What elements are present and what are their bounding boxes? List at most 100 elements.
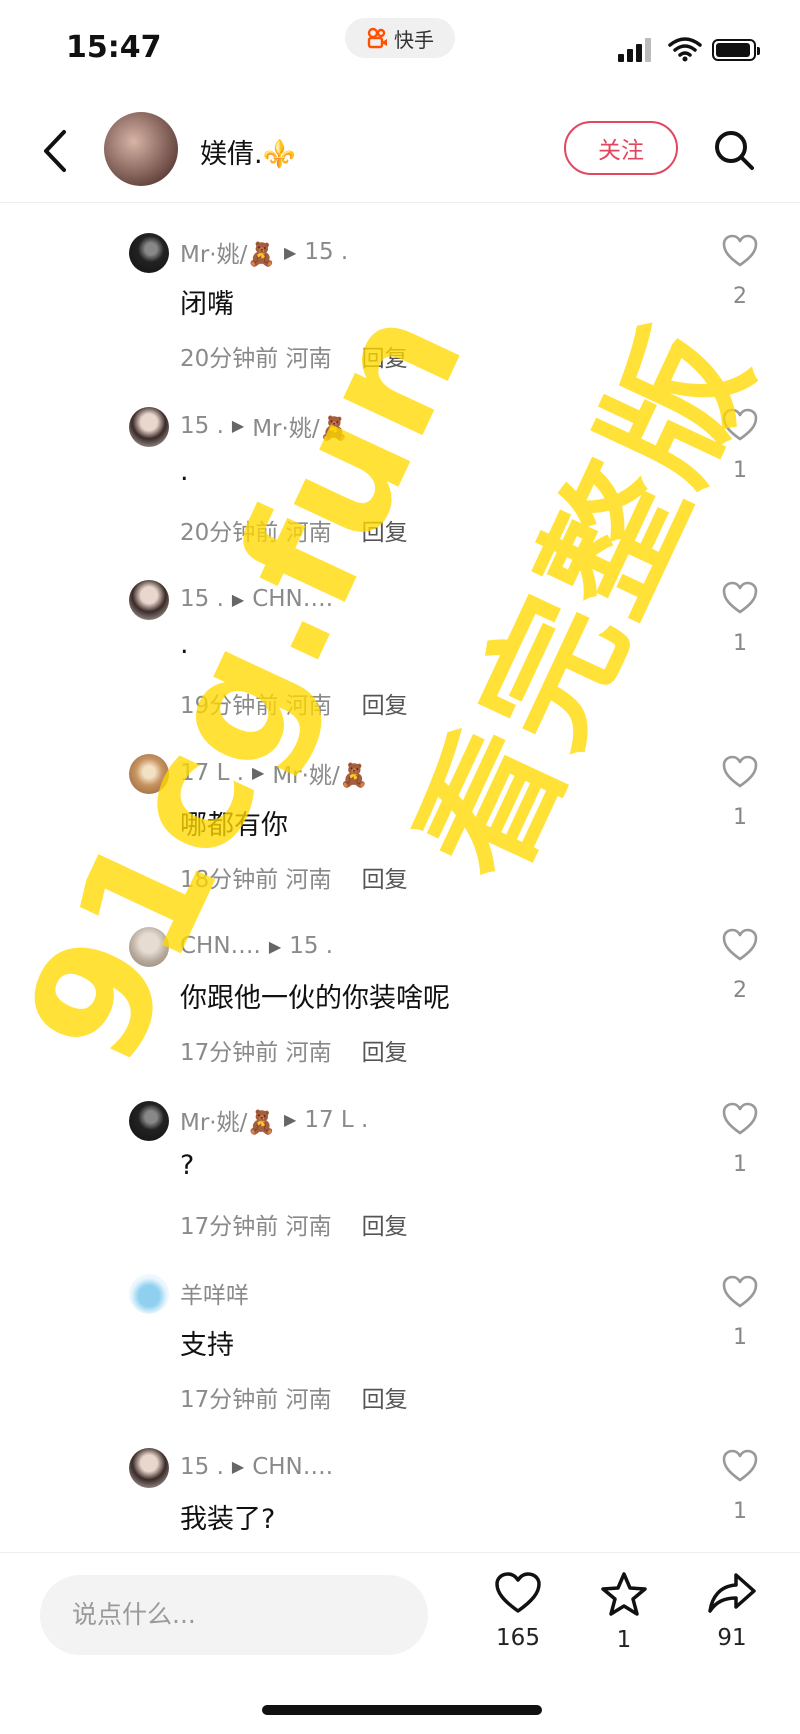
commenter-avatar[interactable] xyxy=(129,753,169,794)
comment-meta: CHN…. ▶ 15 . xyxy=(180,928,333,964)
comment-subline: 19分钟前 河南 回复 xyxy=(180,686,408,720)
reply-button[interactable]: 回复 xyxy=(362,867,408,893)
comment-list[interactable]: Mr·姚/🧸 ▶ 15 . 闭嘴 20分钟前 河南 回复 2 15 . ▶ Mr·姚/🧸. 20分钟… xyxy=(0,204,800,1552)
comment-location: 河南 xyxy=(285,693,332,719)
profile-username[interactable]: 媄倩.⚜️ xyxy=(200,132,296,171)
heart-icon[interactable] xyxy=(722,234,758,268)
comment-item[interactable]: 15 . ▶ Mr·姚/🧸. 20分钟前 河南 回复 1 xyxy=(0,378,800,551)
share-button[interactable]: 91 xyxy=(692,1571,772,1651)
comment-input[interactable]: 说点什么... xyxy=(40,1575,428,1655)
back-arrow-icon[interactable] xyxy=(38,126,72,176)
comment-text: . xyxy=(180,455,189,487)
reply-to-name[interactable]: CHN…. xyxy=(252,1454,333,1480)
search-icon[interactable] xyxy=(712,128,756,172)
follow-button[interactable]: 关注 xyxy=(564,121,678,175)
commenter-avatar[interactable] xyxy=(129,580,169,620)
comment-subline: 17分钟前 河南 回复 xyxy=(180,1033,408,1067)
comment-text: 我装了? xyxy=(180,1503,276,1535)
commenter-name[interactable]: 17 L . xyxy=(180,760,244,786)
reply-to-name[interactable]: 15 . xyxy=(289,933,333,959)
commenter-avatar[interactable] xyxy=(129,1447,169,1488)
reply-to-name[interactable]: Mr·姚/🧸 xyxy=(272,756,368,790)
comment-subline: 17分钟前 河南 回复 xyxy=(180,1380,408,1414)
comment-location: 河南 xyxy=(285,1387,332,1413)
comment-item[interactable]: 15 . ▶ CHN…. 我装了? 1 xyxy=(0,1419,800,1553)
comment-time: 17分钟前 xyxy=(180,1040,279,1066)
commenter-name[interactable]: 15 . xyxy=(180,1454,224,1480)
commenter-avatar[interactable] xyxy=(129,1274,169,1314)
comment-like-count: 1 xyxy=(733,631,747,656)
comment-meta: 15 . ▶ CHN…. xyxy=(180,581,333,617)
heart-icon[interactable] xyxy=(722,1102,758,1136)
heart-icon[interactable] xyxy=(722,1275,758,1309)
profile-header: 媄倩.⚜️ 关注 xyxy=(0,100,800,203)
commenter-name[interactable]: Mr·姚/🧸 xyxy=(180,1103,276,1137)
reply-to-name[interactable]: 15 . xyxy=(304,239,348,265)
like-button[interactable]: 165 xyxy=(478,1571,558,1651)
battery-icon xyxy=(712,39,760,61)
heart-icon[interactable] xyxy=(722,755,758,789)
heart-icon[interactable] xyxy=(722,408,758,442)
comment-item[interactable]: 羊咩咩 支持 17分钟前 河南 回复 1 xyxy=(0,1245,800,1418)
comment-text: 支持 xyxy=(180,1330,234,1361)
commenter-name[interactable]: 15 . xyxy=(180,586,224,612)
comment-subline: 20分钟前 河南 回复 xyxy=(180,339,408,373)
comment-location: 河南 xyxy=(285,1040,332,1066)
reply-to-arrow-icon: ▶ xyxy=(231,589,245,609)
commenter-avatar[interactable] xyxy=(129,406,169,447)
reply-button[interactable]: 回复 xyxy=(362,1214,408,1240)
comment-item[interactable]: CHN…. ▶ 15 . 你跟他一伙的你装啥呢 17分钟前 河南 回复 2 xyxy=(0,898,800,1071)
reply-to-arrow-icon: ▶ xyxy=(231,416,245,435)
comment-time: 17分钟前 xyxy=(180,1213,279,1240)
profile-avatar[interactable] xyxy=(104,112,178,186)
comment-meta: 15 . ▶ Mr·姚/🧸 xyxy=(180,408,348,444)
reply-button[interactable]: 回复 xyxy=(362,520,408,546)
commenter-avatar[interactable] xyxy=(129,927,169,967)
heart-icon[interactable] xyxy=(722,1449,758,1483)
comment-location: 河南 xyxy=(285,519,332,546)
heart-icon[interactable] xyxy=(722,581,758,615)
comment-meta: Mr·姚/🧸 ▶ 15 . xyxy=(180,234,348,270)
app-indicator: 快手 xyxy=(345,18,455,58)
comment-item[interactable]: Mr·姚/🧸 ▶ 15 . 闭嘴 20分钟前 河南 回复 2 xyxy=(0,204,800,377)
comment-like-count: 1 xyxy=(733,1325,747,1350)
heart-icon[interactable] xyxy=(722,928,758,962)
comment-like-count: 1 xyxy=(733,804,747,830)
status-bar: 15:47 快手 xyxy=(0,0,800,100)
commenter-name[interactable]: 羊咩咩 xyxy=(180,1276,249,1310)
favorite-count: 1 xyxy=(616,1627,632,1653)
comment-item[interactable]: 17 L . ▶ Mr·姚/🧸 哪都有你 18分钟前 河南 回复 1 xyxy=(0,725,800,898)
comment-time: 20分钟前 xyxy=(180,346,279,372)
clock: 15:47 xyxy=(66,30,162,65)
comment-location: 河南 xyxy=(285,346,332,372)
comment-like-count: 1 xyxy=(733,1151,747,1177)
commenter-name[interactable]: Mr·姚/🧸 xyxy=(180,235,276,269)
comment-item[interactable]: Mr·姚/🧸 ▶ 17 L .? 17分钟前 河南 回复 1 xyxy=(0,1072,800,1245)
reply-button[interactable]: 回复 xyxy=(362,1387,408,1413)
commenter-name[interactable]: CHN…. xyxy=(180,933,261,959)
reply-to-arrow-icon: ▶ xyxy=(284,1110,297,1129)
reply-to-name[interactable]: CHN…. xyxy=(252,586,333,612)
home-indicator xyxy=(262,1705,542,1715)
commenter-avatar[interactable] xyxy=(129,233,169,273)
reply-to-name[interactable]: 17 L . xyxy=(304,1107,368,1133)
comment-meta: Mr·姚/🧸 ▶ 17 L . xyxy=(180,1102,368,1138)
comment-text: 闭嘴 xyxy=(180,289,234,320)
reply-button[interactable]: 回复 xyxy=(362,693,408,719)
reply-to-name[interactable]: Mr·姚/🧸 xyxy=(252,409,348,443)
share-count: 91 xyxy=(717,1625,747,1651)
commenter-name[interactable]: 15 . xyxy=(180,413,224,439)
reply-button[interactable]: 回复 xyxy=(362,346,408,372)
comment-item[interactable]: 15 . ▶ CHN….. 19分钟前 河南 回复 1 xyxy=(0,551,800,724)
comment-time: 19分钟前 xyxy=(180,693,279,719)
comment-subline: 18分钟前 河南 回复 xyxy=(180,860,408,894)
cellular-signal-icon xyxy=(618,38,651,62)
favorite-button[interactable]: 1 xyxy=(584,1571,664,1653)
comment-like-count: 1 xyxy=(733,457,747,483)
comment-like-count: 1 xyxy=(733,1498,747,1524)
kuaishou-logo-icon xyxy=(367,27,387,49)
commenter-avatar[interactable] xyxy=(129,1100,169,1141)
comment-time: 20分钟前 xyxy=(180,519,279,546)
reply-button[interactable]: 回复 xyxy=(362,1040,408,1066)
comment-text: . xyxy=(180,629,189,660)
